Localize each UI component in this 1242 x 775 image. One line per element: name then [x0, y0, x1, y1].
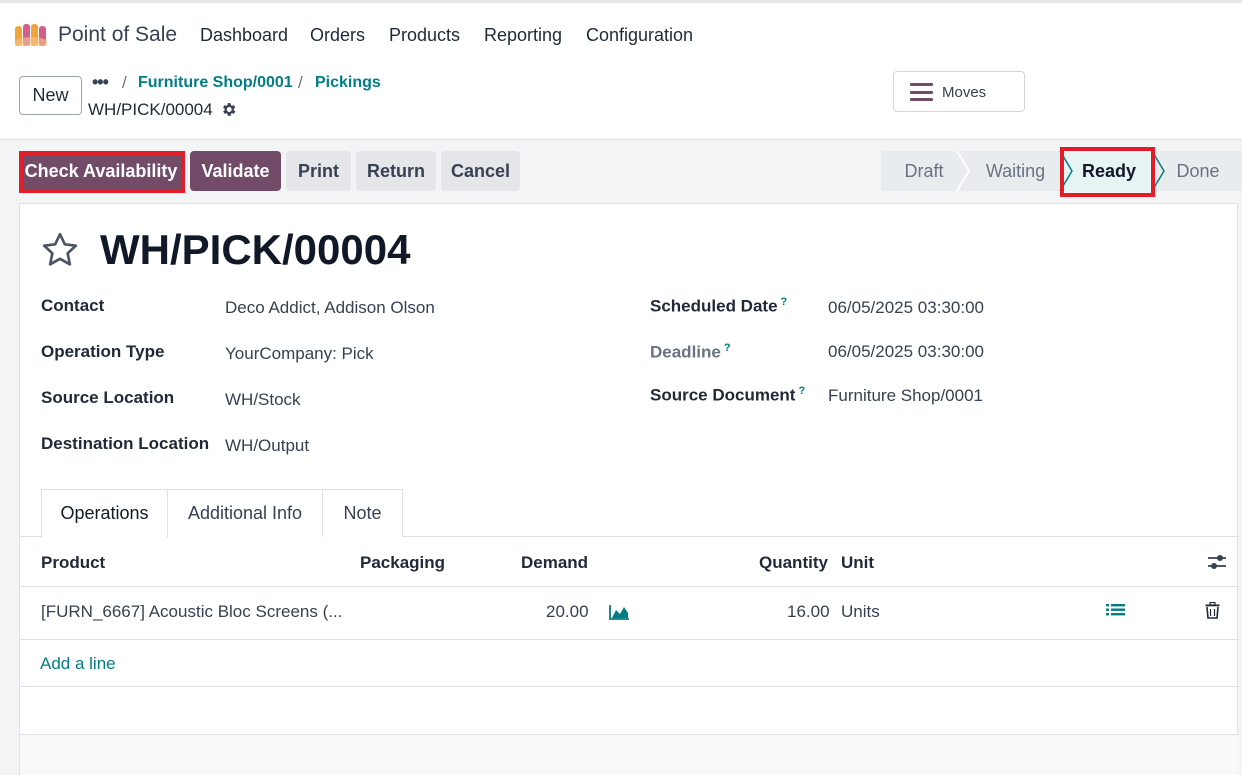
- row-quantity[interactable]: 16.00: [787, 602, 830, 622]
- field-label-operation-type: Operation Type: [41, 342, 165, 361]
- details-list-icon[interactable]: [1106, 603, 1125, 619]
- column-unit[interactable]: Unit: [841, 553, 874, 573]
- field-source-document[interactable]: Furniture Shop/0001: [828, 386, 983, 406]
- moves-label: Moves: [942, 84, 987, 101]
- hamburger-icon: [910, 83, 933, 101]
- column-product[interactable]: Product: [41, 553, 105, 573]
- column-demand[interactable]: Demand: [521, 553, 588, 573]
- help-icon[interactable]: ?: [781, 296, 788, 308]
- control-panel: New ••• / Furniture Shop/0001 / Pickings…: [0, 66, 1242, 140]
- breadcrumb-separator: /: [298, 73, 303, 92]
- field-label-source-location: Source Location: [41, 388, 175, 407]
- menu-products[interactable]: Products: [389, 25, 460, 46]
- forecast-chart-icon[interactable]: [609, 604, 630, 620]
- breadcrumb-pickings[interactable]: Pickings: [315, 74, 381, 92]
- form-sheet: WH/PICK/00004 Contact Deco Addict, Addis…: [19, 203, 1239, 775]
- gear-icon[interactable]: [220, 101, 237, 118]
- check-availability-button[interactable]: Check Availability: [19, 151, 183, 191]
- field-operation-type[interactable]: YourCompany: Pick: [225, 344, 374, 364]
- stage-draft[interactable]: Draft: [881, 151, 967, 191]
- field-contact[interactable]: Deco Addict, Addison Olson: [225, 298, 435, 318]
- column-packaging[interactable]: Packaging: [360, 553, 445, 573]
- menu-orders[interactable]: Orders: [310, 25, 365, 46]
- menu-dashboard[interactable]: Dashboard: [200, 25, 288, 46]
- star-icon[interactable]: [40, 230, 80, 270]
- app-logo-icon[interactable]: [14, 22, 48, 48]
- help-icon[interactable]: ?: [798, 385, 805, 397]
- field-scheduled-date[interactable]: 06/05/2025 03:30:00: [828, 298, 984, 318]
- validate-button[interactable]: Validate: [190, 151, 281, 191]
- add-line-link[interactable]: Add a line: [40, 654, 116, 674]
- stage-ready[interactable]: Ready: [1064, 151, 1154, 191]
- field-label-scheduled-date: Scheduled Date?: [650, 296, 788, 316]
- column-quantity[interactable]: Quantity: [759, 553, 828, 573]
- row-unit[interactable]: Units: [841, 602, 880, 622]
- new-button[interactable]: New: [19, 76, 82, 115]
- moves-smart-button[interactable]: Moves: [893, 71, 1025, 112]
- header-divider: [20, 586, 1239, 587]
- menu-configuration[interactable]: Configuration: [586, 25, 693, 46]
- breadcrumb-furniture-shop[interactable]: Furniture Shop/0001: [138, 74, 293, 92]
- stage-waiting[interactable]: Waiting: [967, 151, 1064, 191]
- row-product[interactable]: [FURN_6667] Acoustic Bloc Screens (...: [41, 602, 342, 622]
- field-deadline[interactable]: 06/05/2025 03:30:00: [828, 342, 984, 362]
- app-name[interactable]: Point of Sale: [58, 23, 177, 47]
- ellipsis-icon[interactable]: •••: [92, 72, 109, 93]
- current-record-name: WH/PICK/00004: [88, 100, 213, 119]
- tab-note[interactable]: Note: [322, 489, 403, 537]
- trash-icon[interactable]: [1205, 602, 1220, 619]
- menu-reporting[interactable]: Reporting: [484, 25, 562, 46]
- top-navbar: Point of Sale Dashboard Orders Products …: [0, 0, 1242, 66]
- tab-operations[interactable]: Operations: [41, 489, 168, 538]
- field-label-destination-location: Destination Location: [41, 434, 210, 453]
- field-source-location[interactable]: WH/Stock: [225, 390, 301, 410]
- breadcrumb-separator: /: [122, 73, 127, 92]
- return-button[interactable]: Return: [356, 151, 436, 191]
- field-destination-location[interactable]: WH/Output: [225, 436, 309, 456]
- help-icon[interactable]: ?: [724, 342, 731, 354]
- status-bar: Draft Waiting Ready Done: [881, 151, 1242, 191]
- field-label-deadline: Deadline?: [650, 342, 731, 362]
- column-settings-icon[interactable]: [1207, 553, 1227, 571]
- stage-done[interactable]: Done: [1154, 151, 1242, 191]
- row-divider: [20, 639, 1239, 640]
- cancel-button[interactable]: Cancel: [441, 151, 520, 191]
- field-label-source-document: Source Document?: [650, 385, 806, 405]
- empty-table-area: [20, 735, 1239, 775]
- row-demand[interactable]: 20.00: [546, 602, 589, 622]
- print-button[interactable]: Print: [286, 151, 351, 191]
- tab-additional-info[interactable]: Additional Info: [167, 489, 323, 537]
- row-divider: [20, 686, 1239, 687]
- field-label-contact: Contact: [41, 296, 105, 315]
- record-title: WH/PICK/00004: [100, 226, 411, 273]
